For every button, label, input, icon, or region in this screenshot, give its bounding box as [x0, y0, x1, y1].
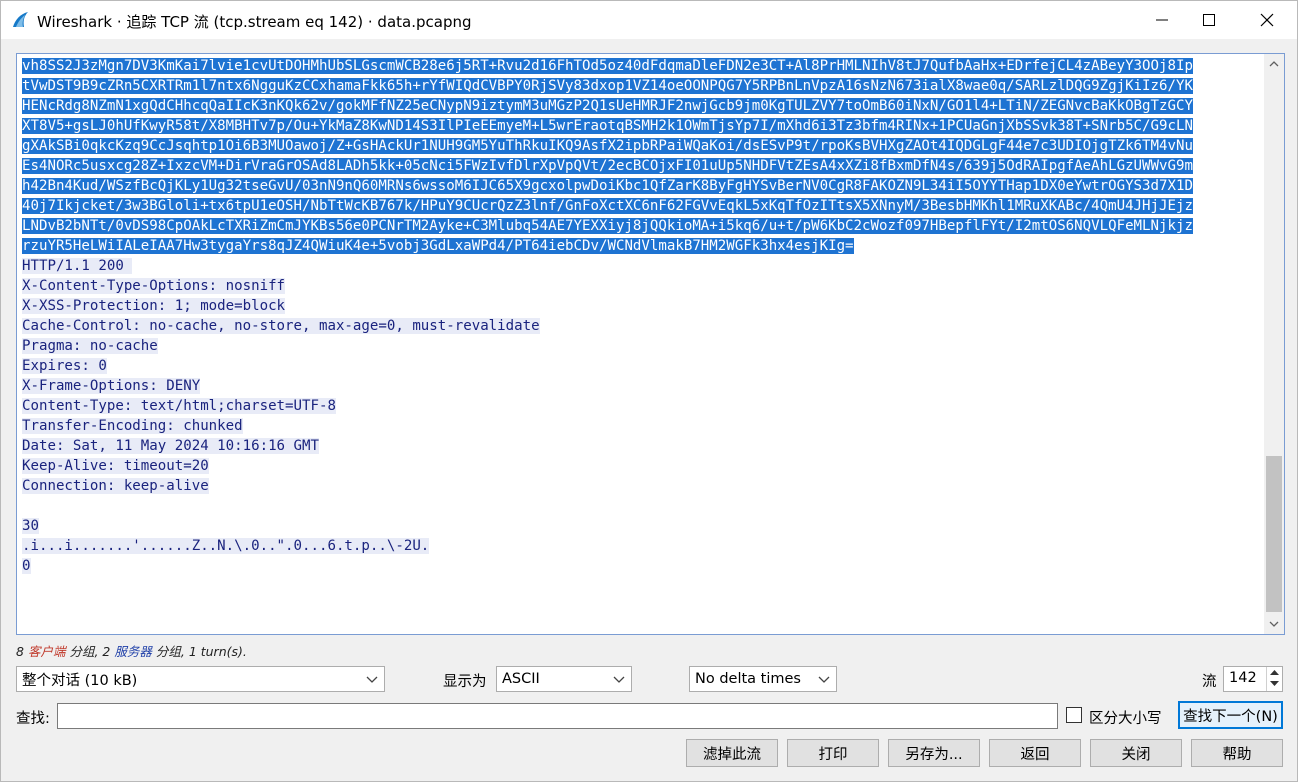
server-header-line: X-Frame-Options: DENY	[22, 378, 201, 394]
back-button[interactable]: 返回	[989, 739, 1081, 767]
server-header-line: Pragma: no-cache	[22, 338, 158, 354]
title-bar: Wireshark · 追踪 TCP 流 (tcp.stream eq 142)…	[1, 1, 1297, 39]
chevron-up-icon	[1269, 61, 1279, 67]
show-as-label: 显示为	[443, 674, 487, 690]
client-data-line: LNDvB2bNTt/0vDS98CpOAkLcTXRiZmCmJYKBs56e…	[22, 218, 1193, 234]
follow-tcp-stream-window: Wireshark · 追踪 TCP 流 (tcp.stream eq 142)…	[0, 0, 1298, 782]
server-header-line: Date: Sat, 11 May 2024 10:16:16 GMT	[22, 438, 319, 454]
client-data-line: XT8V5+gsLJ0hUfKwyR58t/X8MBHTv7p/Ou+YkMaZ…	[22, 118, 1193, 134]
conversation-select[interactable]: 整个对话 (10 kB)	[16, 666, 385, 692]
chevron-down-icon	[366, 676, 378, 683]
server-header-line: Cache-Control: no-cache, no-store, max-a…	[22, 318, 540, 334]
scroll-down-arrow[interactable]	[1264, 614, 1284, 634]
help-button[interactable]: 帮助	[1191, 739, 1283, 767]
window-title: Wireshark · 追踪 TCP 流 (tcp.stream eq 142)…	[37, 13, 472, 31]
spinbox-arrows[interactable]	[1266, 667, 1282, 691]
server-count: 2	[102, 644, 111, 659]
minimize-button[interactable]	[1137, 1, 1187, 39]
turns-count: 1 turn(s).	[188, 644, 247, 659]
chunk-line: .i...i.......'......Z..N.\.0..".0...6.t.…	[22, 538, 430, 554]
scrollbar-thumb[interactable]	[1266, 456, 1282, 612]
client-data-line: tVwDST9B9cZRn5CXRTRm1l7ntx6NgguKzCCxhama…	[22, 78, 1193, 94]
client-data-line: HENcRdg8NZmN1xgQdCHhcqQaIIcK3nKQk62v/gok…	[22, 98, 1193, 114]
stream-summary: 8 客户端 分组, 2 服务器 分组, 1 turn(s).	[16, 641, 247, 660]
chevron-down-icon	[613, 676, 625, 683]
stream-label: 流	[1202, 674, 1217, 690]
server-label: 服务器	[114, 644, 152, 659]
maximize-button[interactable]	[1184, 1, 1234, 39]
server-header-line: X-Content-Type-Options: nosniff	[22, 278, 286, 294]
find-input[interactable]	[57, 703, 1058, 729]
show-as-select[interactable]: ASCII	[496, 666, 632, 692]
delta-times-select[interactable]: No delta times	[689, 666, 837, 692]
vertical-scrollbar[interactable]	[1264, 54, 1284, 634]
stream-content-area[interactable]: vh8SS2J3zMgn7DV3KmKai7lvie1cvUtDOHMhUbSL…	[16, 53, 1285, 635]
client-count: 8	[16, 644, 24, 659]
close-button[interactable]: 关闭	[1090, 739, 1182, 767]
case-sensitive-label: 区分大小写	[1089, 711, 1162, 727]
case-sensitive-checkbox[interactable]	[1066, 707, 1082, 723]
server-header-line: Expires: 0	[22, 358, 107, 374]
stream-text: vh8SS2J3zMgn7DV3KmKai7lvie1cvUtDOHMhUbSL…	[22, 56, 1262, 576]
wireshark-fin-icon	[13, 12, 28, 27]
chunk-line: 0	[22, 558, 31, 574]
scroll-up-arrow[interactable]	[1264, 54, 1284, 74]
delta-times-select-value: No delta times	[695, 671, 801, 687]
print-button[interactable]: 打印	[787, 739, 879, 767]
close-window-button[interactable]	[1242, 1, 1292, 39]
close-icon	[1260, 13, 1274, 27]
group-label: 分组,	[69, 644, 99, 659]
save-as-button[interactable]: 另存为...	[888, 739, 980, 767]
chunk-line: 30	[22, 518, 39, 534]
stream-number-value: 142	[1229, 670, 1257, 686]
find-next-button[interactable]: 查找下一个(N)	[1178, 701, 1283, 729]
conversation-select-value: 整个对话 (10 kB)	[22, 672, 138, 689]
spin-up-icon[interactable]	[1270, 670, 1279, 676]
server-header-line: Content-Type: text/html;charset=UTF-8	[22, 398, 336, 414]
server-header-line: Transfer-Encoding: chunked	[22, 418, 243, 434]
minimize-icon	[1156, 19, 1168, 21]
client-data-line: Es4NORc5usxcg28Z+IxzcVM+DirVraGrOSAd8LAD…	[22, 158, 1193, 174]
filter-out-stream-button[interactable]: 滤掉此流	[686, 739, 778, 767]
server-header-line: X-XSS-Protection: 1; mode=block	[22, 298, 286, 314]
chevron-down-icon	[818, 676, 830, 683]
stream-number-spinbox[interactable]: 142	[1223, 666, 1283, 692]
server-header-line: Keep-Alive: timeout=20	[22, 458, 209, 474]
show-as-select-value: ASCII	[502, 671, 540, 687]
server-header-line: Connection: keep-alive	[22, 478, 209, 494]
client-label: 客户端	[27, 644, 66, 659]
group-label: 分组,	[155, 644, 185, 659]
chevron-down-icon	[1269, 621, 1279, 627]
client-data-line: 40j7Ikjcket/3w3BGloli+tx6tpU1eOSH/NbTtWc…	[22, 198, 1193, 214]
client-data-line: rzuYR5HeLWiIALeIAA7Hw3tygaYrs8qJZ4QWiuK4…	[22, 238, 854, 254]
client-data-line: gXAkSBi0qkcKzq9CcJsqhtp1Oi6B3MUOawoj/Z+G…	[22, 138, 1193, 154]
client-data-line: vh8SS2J3zMgn7DV3KmKai7lvie1cvUtDOHMhUbSL…	[22, 58, 1193, 74]
spin-down-icon[interactable]	[1270, 681, 1279, 687]
server-header-line: HTTP/1.1 200	[22, 258, 133, 274]
maximize-icon	[1203, 14, 1215, 26]
client-data-line: h42Bn4Kud/WSzfBcQjKLy1Ug32tseGvU/03nN9nQ…	[22, 178, 1193, 194]
find-label: 查找:	[16, 711, 50, 727]
